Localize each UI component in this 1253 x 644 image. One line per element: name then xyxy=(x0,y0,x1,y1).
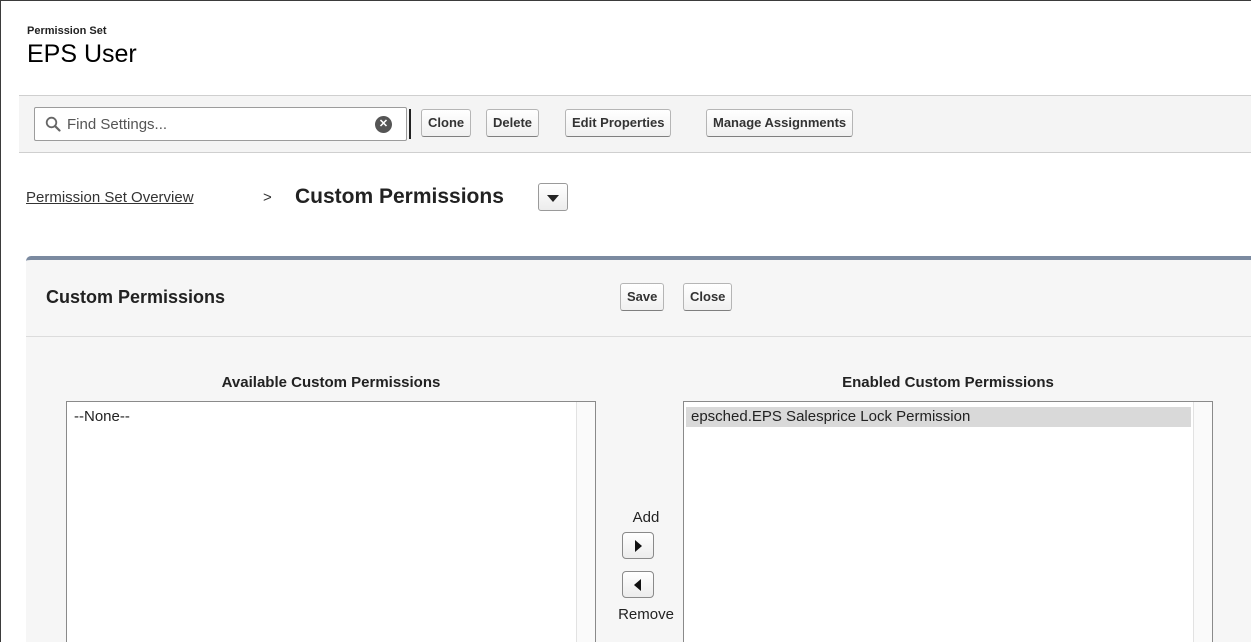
toolbar-divider xyxy=(409,109,411,139)
panel-header: Custom Permissions Save Close xyxy=(26,260,1251,337)
edit-properties-button[interactable]: Edit Properties xyxy=(565,109,672,137)
breadcrumb-separator: > xyxy=(263,189,272,206)
close-button[interactable]: Close xyxy=(683,283,733,311)
search-input[interactable] xyxy=(67,114,367,134)
available-permissions-list[interactable]: --None-- xyxy=(66,401,596,642)
search-box[interactable]: ✕ xyxy=(34,107,407,141)
clear-search-icon[interactable]: ✕ xyxy=(375,116,392,133)
add-label: Add xyxy=(632,509,660,526)
page-eyebrow: Permission Set xyxy=(27,25,107,37)
app-frame: Permission Set EPS User ✕ Clone Delete E… xyxy=(0,0,1251,642)
arrow-right-icon xyxy=(635,540,642,552)
remove-button[interactable] xyxy=(622,571,654,598)
search-icon xyxy=(45,116,61,132)
scrollbar[interactable] xyxy=(1193,402,1212,642)
clone-button[interactable]: Clone xyxy=(421,109,472,137)
toolbar: ✕ Clone Delete Edit Properties Manage As… xyxy=(19,95,1251,153)
manage-assignments-button[interactable]: Manage Assignments xyxy=(706,109,854,137)
add-button[interactable] xyxy=(622,532,654,559)
section-dropdown-button[interactable] xyxy=(538,183,568,211)
custom-permissions-panel: Custom Permissions Save Close Available … xyxy=(26,256,1251,642)
scrollbar[interactable] xyxy=(576,402,595,642)
page-title: EPS User xyxy=(27,40,137,68)
breadcrumb-current: Custom Permissions xyxy=(295,185,504,208)
list-item[interactable]: --None-- xyxy=(69,407,130,427)
save-button[interactable]: Save xyxy=(620,283,665,311)
enabled-list-title: Enabled Custom Permissions xyxy=(842,374,1054,391)
panel-title: Custom Permissions xyxy=(46,287,226,307)
remove-label: Remove xyxy=(618,606,674,623)
enabled-permissions-list[interactable]: epsched.EPS Salesprice Lock Permission xyxy=(683,401,1213,642)
delete-button[interactable]: Delete xyxy=(486,109,540,137)
list-item[interactable]: epsched.EPS Salesprice Lock Permission xyxy=(686,407,1191,427)
arrow-left-icon xyxy=(634,579,641,591)
chevron-down-icon xyxy=(547,195,559,202)
page-header: Permission Set EPS User xyxy=(27,25,137,68)
available-list-title: Available Custom Permissions xyxy=(221,374,441,391)
breadcrumb-overview-link[interactable]: Permission Set Overview xyxy=(26,189,194,206)
